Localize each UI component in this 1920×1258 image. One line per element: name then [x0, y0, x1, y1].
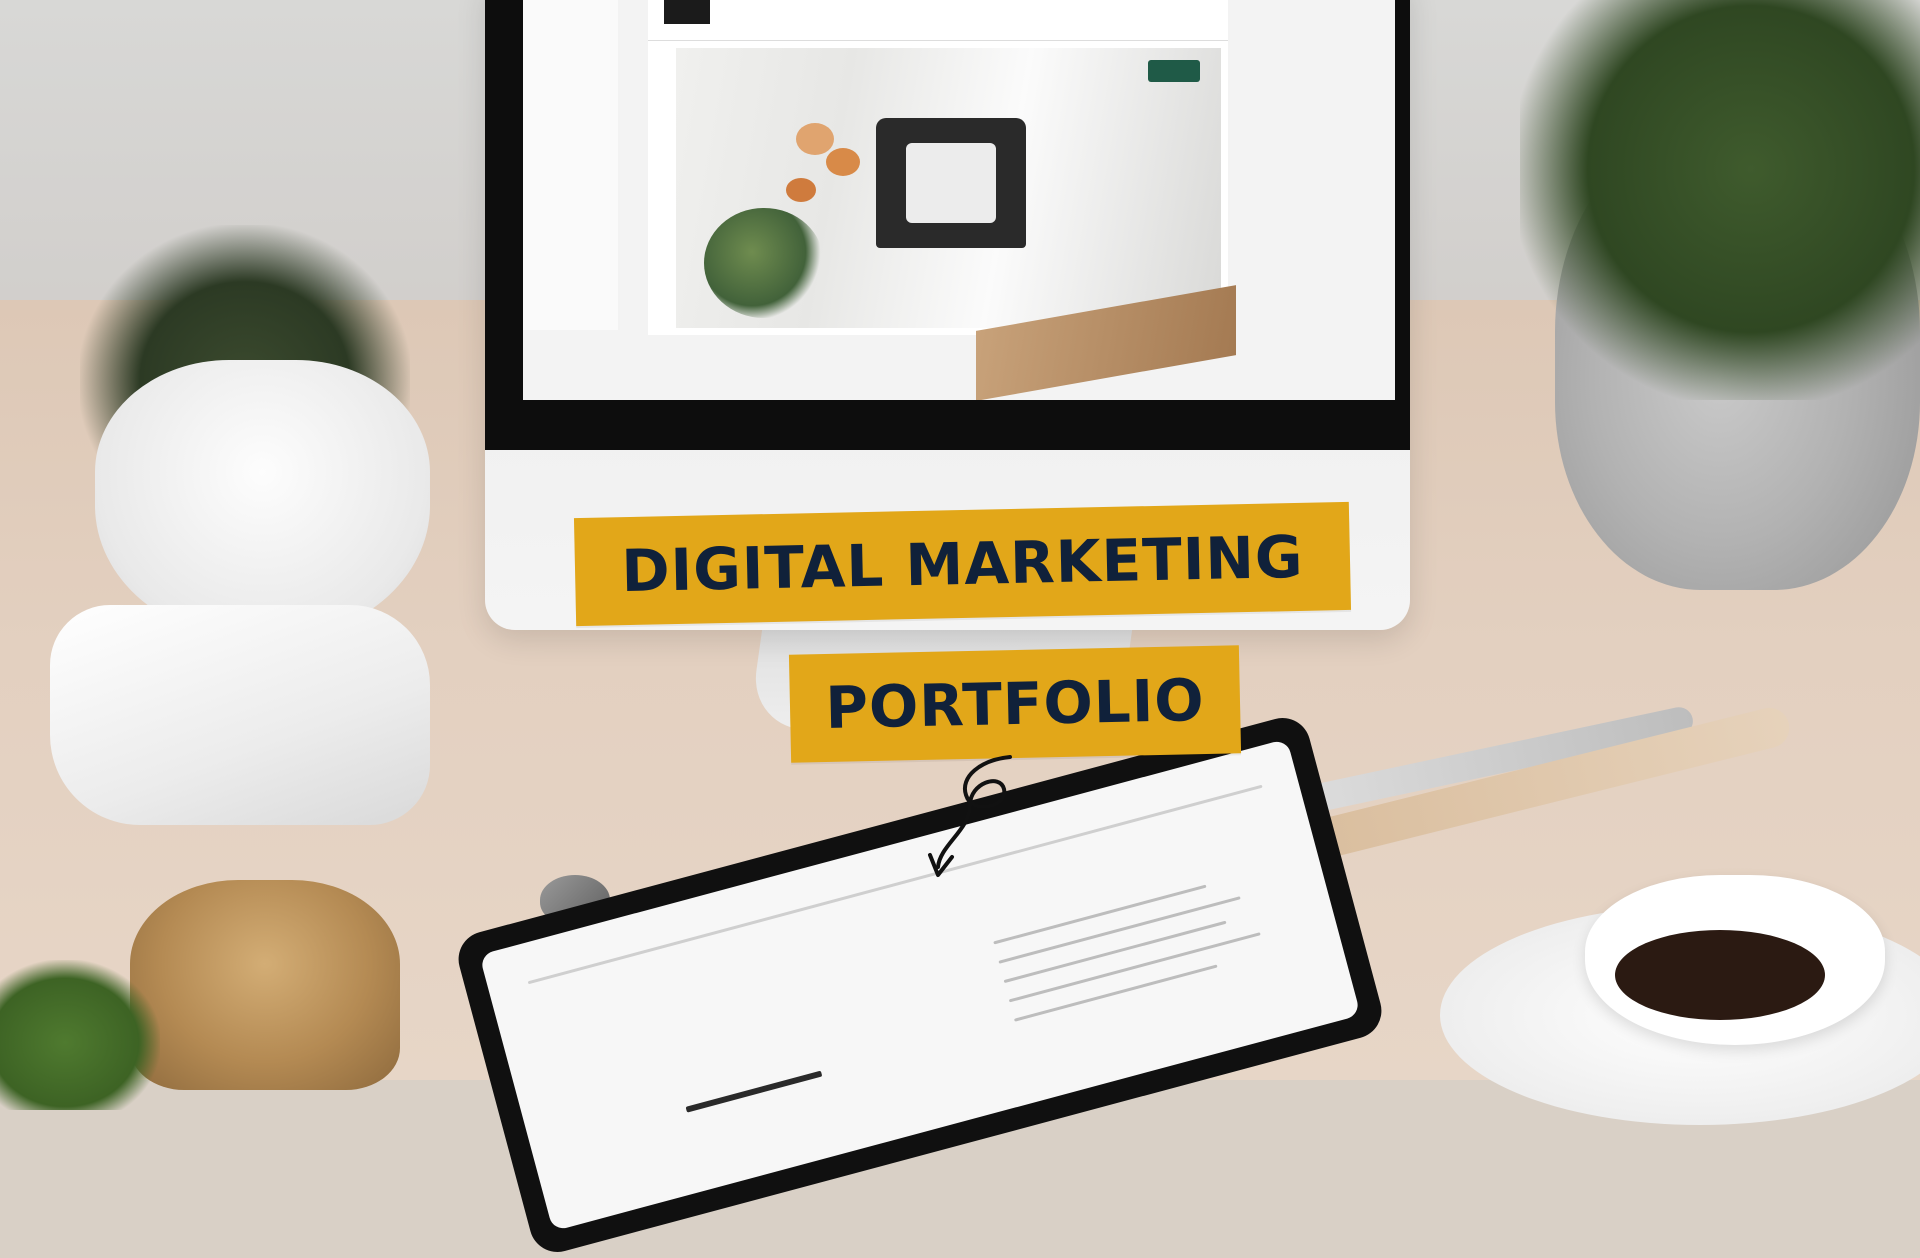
title-highlight-box-1: DIGITAL MARKETING: [573, 501, 1352, 627]
title-overlay: DIGITAL MARKETING PORTFOLIO: [0, 0, 1920, 1080]
title-line-1: DIGITAL MARKETING: [620, 522, 1305, 606]
curly-arrow-icon: [928, 755, 1012, 877]
